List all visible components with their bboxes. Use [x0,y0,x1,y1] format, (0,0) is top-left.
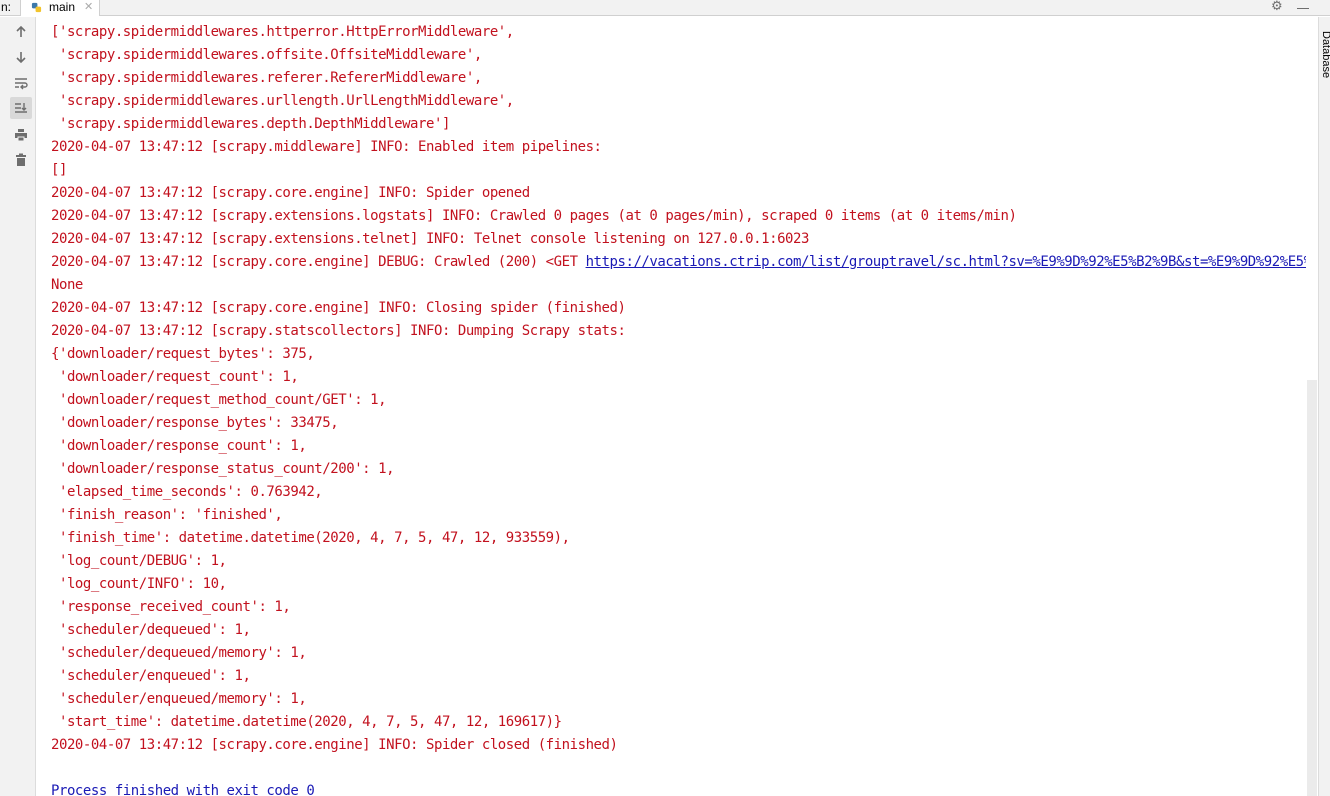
console-line-text: 2020-04-07 13:47:12 [scrapy.extensions.t… [51,231,809,247]
console-line: 'downloader/response_count': 1, [51,435,1306,458]
scroll-to-end-icon [15,103,27,113]
console-line-text: 'scrapy.spidermiddlewares.urllength.UrlL… [51,93,514,109]
right-tool-strip: Database [1318,17,1330,796]
tab-main[interactable]: main ✕ [20,0,100,16]
console-line-text: 'downloader/response_bytes': 33475, [51,415,339,431]
console-line: 'downloader/request_count': 1, [51,366,1306,389]
console-line: 'log_count/DEBUG': 1, [51,550,1306,573]
console-line-text: 'log_count/INFO': 10, [51,576,227,592]
clear-all-button[interactable] [10,149,32,171]
console-line-text: 'scrapy.spidermiddlewares.depth.DepthMid… [51,116,450,132]
console-line-text: 'scrapy.spidermiddlewares.offsite.Offsit… [51,47,482,63]
console-line-text: 'scheduler/dequeued': 1, [51,622,251,638]
down-arrow-icon [16,52,26,64]
exit-status-line: Process finished with exit code 0 [51,780,1306,796]
console-line: {'downloader/request_bytes': 375, [51,343,1306,366]
console-line: 'start_time': datetime.datetime(2020, 4,… [51,711,1306,734]
vertical-scrollbar[interactable] [1307,380,1317,796]
console-line: 2020-04-07 13:47:12 [scrapy.core.engine]… [51,734,1306,757]
console-line-text: 2020-04-07 13:47:12 [scrapy.statscollect… [51,323,626,339]
console-toolbar [0,17,36,796]
console-line: 2020-04-07 13:47:12 [scrapy.core.engine]… [51,297,1306,320]
console-line-text: 'scheduler/enqueued/memory': 1, [51,691,307,707]
console-line-text: 'scheduler/dequeued/memory': 1, [51,645,307,661]
trash-icon [16,153,26,166]
console-line: 2020-04-07 13:47:12 [scrapy.core.engine]… [51,251,1306,274]
console-line-text: 'finish_time': datetime.datetime(2020, 4… [51,530,570,546]
console-line-text: [] [51,162,67,178]
minimize-icon[interactable] [1297,0,1309,9]
console-line: 'elapsed_time_seconds': 0.763942, [51,481,1306,504]
database-tool-tab[interactable]: Database [1320,31,1330,78]
console-line-text: 'elapsed_time_seconds': 0.763942, [51,484,323,500]
console-output[interactable]: ['scrapy.spidermiddlewares.httperror.Htt… [51,21,1306,796]
down-arrow-button[interactable] [10,46,32,68]
console-line-text: 'downloader/request_method_count/GET': 1… [51,392,387,408]
console-line: 'response_received_count': 1, [51,596,1306,619]
console-line-text: 'log_count/DEBUG': 1, [51,553,227,569]
console-line-text: Process finished with exit code 0 [51,783,315,796]
console-line: 2020-04-07 13:47:12 [scrapy.extensions.l… [51,205,1306,228]
console-line-text: 'downloader/response_status_count/200': … [51,461,395,477]
up-arrow-button[interactable] [10,21,32,43]
scroll-to-end-button[interactable] [10,97,32,119]
print-icon [15,129,27,142]
console-line: ['scrapy.spidermiddlewares.httperror.Htt… [51,21,1306,44]
console-line-text: 2020-04-07 13:47:12 [scrapy.core.engine]… [51,185,530,201]
soft-wrap-icon [15,78,28,90]
console-line: 'scrapy.spidermiddlewares.referer.Refere… [51,67,1306,90]
console-line-text: ['scrapy.spidermiddlewares.httperror.Htt… [51,24,514,40]
run-label: n: [1,0,12,14]
console-line-text: 2020-04-07 13:47:12 [scrapy.core.engine]… [51,254,586,270]
crawled-url-link[interactable]: https://vacations.ctrip.com/list/grouptr… [586,254,1306,270]
console-line-text: 'response_received_count': 1, [51,599,291,615]
console-line-text: 2020-04-07 13:47:12 [scrapy.middleware] … [51,139,602,155]
console-line: 2020-04-07 13:47:12 [scrapy.statscollect… [51,320,1306,343]
console-line: 2020-04-07 13:47:12 [scrapy.extensions.t… [51,228,1306,251]
tab-label: main [49,0,76,14]
console-line: [] [51,159,1306,182]
python-icon [31,2,42,13]
console-line-text: 'finish_reason': 'finished', [51,507,283,523]
console-line: 'scrapy.spidermiddlewares.urllength.UrlL… [51,90,1306,113]
console-line: 'finish_time': datetime.datetime(2020, 4… [51,527,1306,550]
console-line: 'scheduler/enqueued': 1, [51,665,1306,688]
console-line-text: None [51,277,83,293]
console-line: 'scheduler/dequeued': 1, [51,619,1306,642]
soft-wrap-button[interactable] [10,72,32,94]
console-line: 'scrapy.spidermiddlewares.offsite.Offsit… [51,44,1306,67]
console-line-text: 'downloader/request_count': 1, [51,369,299,385]
run-tool-window-header: n: main ✕ ⚙ [0,0,1330,16]
close-icon[interactable]: ✕ [84,0,93,14]
console-line: 2020-04-07 13:47:12 [scrapy.core.engine]… [51,182,1306,205]
console-line: None [51,274,1306,297]
console-line: 'scheduler/dequeued/memory': 1, [51,642,1306,665]
console-line-text: 2020-04-07 13:47:12 [scrapy.core.engine]… [51,737,618,753]
console-line-text: 2020-04-07 13:47:12 [scrapy.core.engine]… [51,300,626,316]
console-line: 'finish_reason': 'finished', [51,504,1306,527]
console-line: 'scrapy.spidermiddlewares.depth.DepthMid… [51,113,1306,136]
console-line-text: {'downloader/request_bytes': 375, [51,346,315,362]
gear-icon[interactable]: ⚙ [1271,0,1283,14]
console-line-text: 'start_time': datetime.datetime(2020, 4,… [51,714,562,730]
console-line-text: 'scheduler/enqueued': 1, [51,668,251,684]
console-line: 2020-04-07 13:47:12 [scrapy.middleware] … [51,136,1306,159]
console-line: 'downloader/request_method_count/GET': 1… [51,389,1306,412]
console-line: 'log_count/INFO': 10, [51,573,1306,596]
console-line: 'scheduler/enqueued/memory': 1, [51,688,1306,711]
console-line: 'downloader/response_status_count/200': … [51,458,1306,481]
console-line-text: 'downloader/response_count': 1, [51,438,307,454]
console-line: 'downloader/response_bytes': 33475, [51,412,1306,435]
console-line-text: 'scrapy.spidermiddlewares.referer.Refere… [51,70,482,86]
up-arrow-icon [16,25,26,37]
print-button[interactable] [10,124,32,146]
console-line-text: 2020-04-07 13:47:12 [scrapy.extensions.l… [51,208,1017,224]
